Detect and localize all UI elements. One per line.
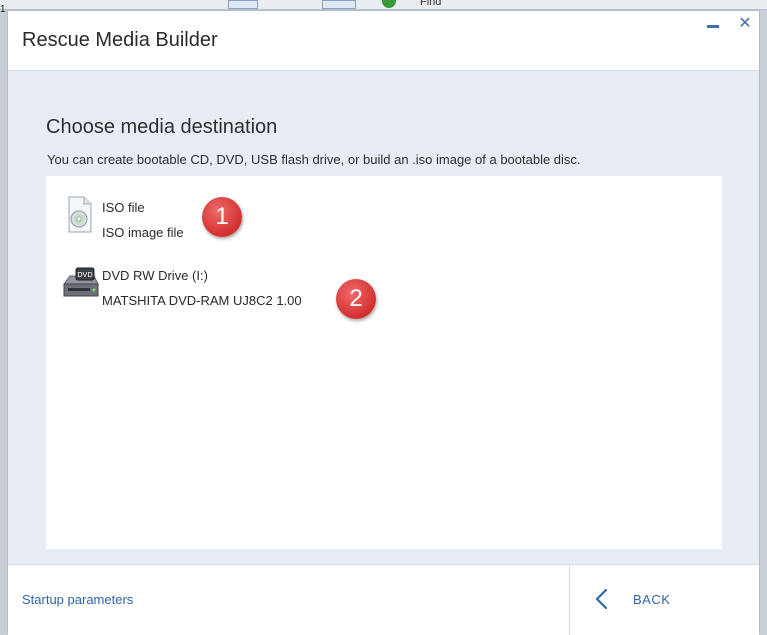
destination-list: ISO file ISO image file DVD DVD RW Drive… bbox=[46, 176, 722, 549]
minimize-icon[interactable] bbox=[702, 13, 724, 35]
back-label: BACK bbox=[633, 592, 671, 607]
background-toolbar-button bbox=[228, 0, 258, 9]
background-green-icon bbox=[382, 0, 396, 8]
dvd-drive-icon: DVD bbox=[60, 262, 100, 306]
title-bar: Rescue Media Builder ✕ bbox=[8, 11, 759, 71]
destination-detail: ISO image file bbox=[102, 225, 184, 240]
window-title: Rescue Media Builder bbox=[22, 29, 218, 51]
destination-name: ISO file bbox=[102, 200, 145, 215]
rescue-media-builder-dialog: Rescue Media Builder ✕ Choose media dest… bbox=[7, 10, 760, 635]
dvd-icon-text: DVD bbox=[77, 271, 92, 279]
destination-name: DVD RW Drive (I:) bbox=[102, 268, 208, 283]
back-button[interactable]: BACK bbox=[570, 565, 761, 635]
background-app-strip: 1 Find bbox=[0, 0, 767, 15]
background-digit: 1 bbox=[0, 4, 6, 15]
page-description: You can create bootable CD, DVD, USB fla… bbox=[47, 152, 581, 167]
chevron-left-icon bbox=[595, 588, 608, 610]
destination-detail: MATSHITA DVD-RAM UJ8C2 1.00 bbox=[102, 293, 302, 308]
page-heading: Choose media destination bbox=[46, 116, 278, 138]
startup-parameters-link[interactable]: Startup parameters bbox=[22, 592, 133, 607]
background-toolbar-button bbox=[322, 0, 356, 9]
footer-bar: Startup parameters BACK bbox=[8, 564, 759, 635]
callout-badge: 1 bbox=[202, 197, 242, 237]
background-find-label: Find bbox=[420, 0, 442, 8]
iso-file-icon bbox=[60, 194, 100, 238]
callout-badge: 2 bbox=[336, 279, 376, 319]
destination-dvd-drive[interactable]: DVD DVD RW Drive (I:) MATSHITA DVD-RAM U… bbox=[60, 262, 380, 312]
close-icon[interactable]: ✕ bbox=[734, 13, 756, 35]
